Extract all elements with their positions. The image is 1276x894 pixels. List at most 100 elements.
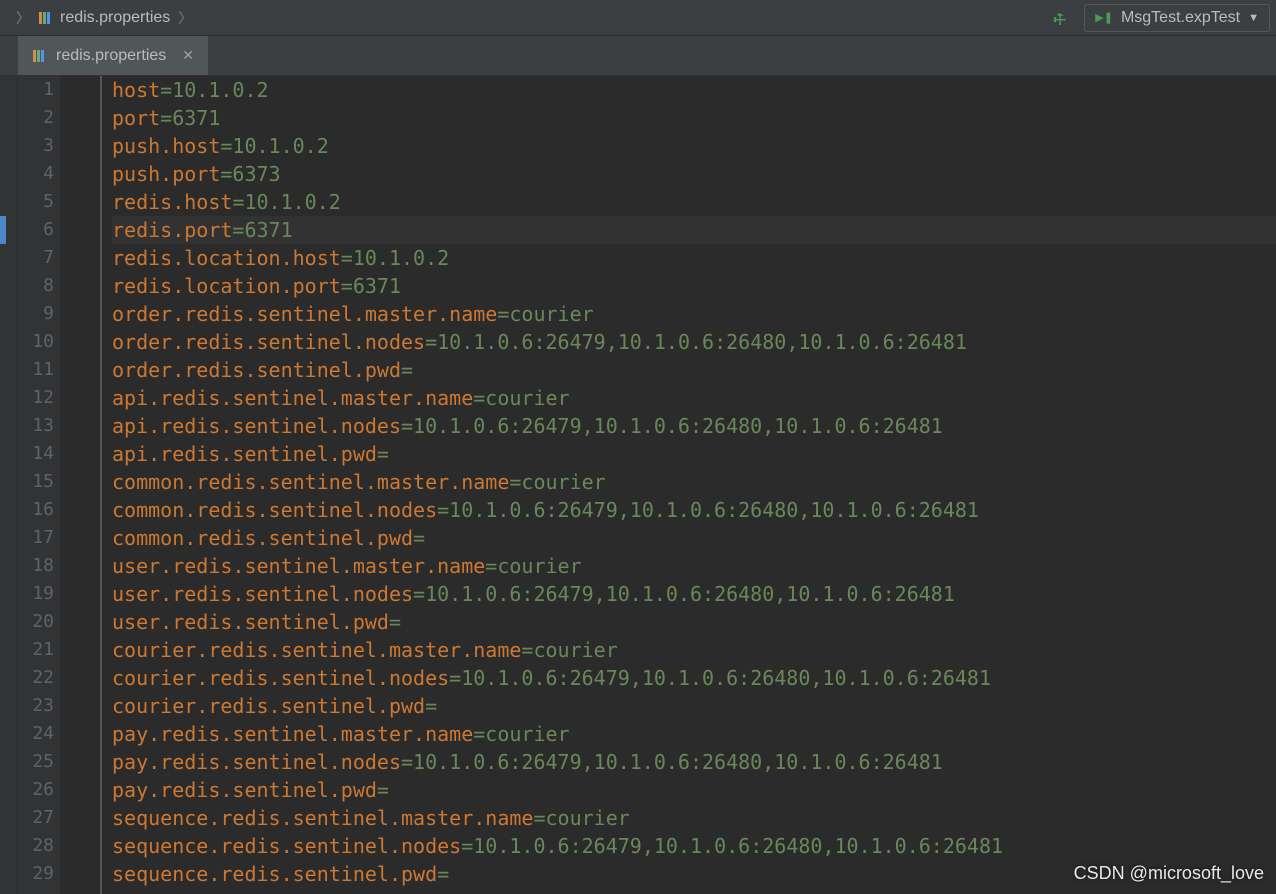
code-line[interactable]: user.redis.sentinel.pwd= bbox=[112, 608, 1276, 636]
code-line[interactable]: order.redis.sentinel.pwd= bbox=[112, 356, 1276, 384]
property-key: order.redis.sentinel.pwd bbox=[112, 358, 401, 382]
code-line[interactable]: order.redis.sentinel.nodes=10.1.0.6:2647… bbox=[112, 328, 1276, 356]
code-line[interactable]: common.redis.sentinel.nodes=10.1.0.6:264… bbox=[112, 496, 1276, 524]
code-line[interactable]: api.redis.sentinel.master.name=courier bbox=[112, 384, 1276, 412]
code-line[interactable]: courier.redis.sentinel.nodes=10.1.0.6:26… bbox=[112, 664, 1276, 692]
line-number[interactable]: 14 bbox=[18, 440, 54, 468]
line-number[interactable]: 23 bbox=[18, 692, 54, 720]
code-line[interactable]: api.redis.sentinel.nodes=10.1.0.6:26479,… bbox=[112, 412, 1276, 440]
line-number[interactable]: 16 bbox=[18, 496, 54, 524]
line-number[interactable]: 20 bbox=[18, 608, 54, 636]
navigation-bar: 〉 redis.properties 〉 ⚒ ▶❚ MsgTest.expTes… bbox=[0, 0, 1276, 36]
code-line[interactable]: order.redis.sentinel.master.name=courier bbox=[112, 300, 1276, 328]
property-key: api.redis.sentinel.pwd bbox=[112, 442, 377, 466]
code-line[interactable]: push.host=10.1.0.2 bbox=[112, 132, 1276, 160]
property-value: courier bbox=[545, 806, 629, 830]
line-number[interactable]: 21 bbox=[18, 636, 54, 664]
code-line[interactable]: courier.redis.sentinel.master.name=couri… bbox=[112, 636, 1276, 664]
equals-sign: = bbox=[533, 806, 545, 830]
line-number[interactable]: 25 bbox=[18, 748, 54, 776]
code-line[interactable]: common.redis.sentinel.master.name=courie… bbox=[112, 468, 1276, 496]
code-line[interactable]: redis.host=10.1.0.2 bbox=[112, 188, 1276, 216]
line-number[interactable]: 26 bbox=[18, 776, 54, 804]
line-number[interactable]: 13 bbox=[18, 412, 54, 440]
code-area[interactable]: host=10.1.0.2port=6371push.host=10.1.0.2… bbox=[102, 76, 1276, 894]
property-key: courier.redis.sentinel.nodes bbox=[112, 666, 449, 690]
line-number-gutter[interactable]: 1234567891011121314151617181920212223242… bbox=[18, 76, 60, 894]
property-value: courier bbox=[485, 386, 569, 410]
line-number[interactable]: 11 bbox=[18, 356, 54, 384]
code-line[interactable]: user.redis.sentinel.nodes=10.1.0.6:26479… bbox=[112, 580, 1276, 608]
line-number[interactable]: 5 bbox=[18, 188, 54, 216]
line-number[interactable]: 29 bbox=[18, 860, 54, 888]
code-line[interactable]: redis.location.host=10.1.0.2 bbox=[112, 244, 1276, 272]
code-line[interactable]: push.port=6373 bbox=[112, 160, 1276, 188]
hammer-build-icon[interactable]: ⚒ bbox=[1045, 5, 1070, 30]
code-line[interactable]: sequence.redis.sentinel.nodes=10.1.0.6:2… bbox=[112, 832, 1276, 860]
property-key: sequence.redis.sentinel.pwd bbox=[112, 862, 437, 886]
property-value: 10.1.0.6:26479,10.1.0.6:26480,10.1.0.6:2… bbox=[449, 498, 979, 522]
line-number[interactable]: 6 bbox=[18, 216, 54, 244]
properties-file-icon bbox=[32, 48, 48, 64]
code-line[interactable]: redis.location.port=6371 bbox=[112, 272, 1276, 300]
equals-sign: = bbox=[473, 722, 485, 746]
line-number[interactable]: 19 bbox=[18, 580, 54, 608]
line-number[interactable]: 2 bbox=[18, 104, 54, 132]
line-number[interactable]: 10 bbox=[18, 328, 54, 356]
equals-sign: = bbox=[461, 834, 473, 858]
line-number[interactable]: 18 bbox=[18, 552, 54, 580]
toolbar-right: ⚒ ▶❚ MsgTest.expTest ▼ bbox=[1052, 4, 1270, 32]
line-number[interactable]: 1 bbox=[18, 76, 54, 104]
line-number[interactable]: 4 bbox=[18, 160, 54, 188]
property-key: redis.location.port bbox=[112, 274, 341, 298]
line-number[interactable]: 15 bbox=[18, 468, 54, 496]
equals-sign: = bbox=[437, 862, 449, 886]
property-key: api.redis.sentinel.nodes bbox=[112, 414, 401, 438]
line-number[interactable]: 22 bbox=[18, 664, 54, 692]
property-value: 10.1.0.6:26479,10.1.0.6:26480,10.1.0.6:2… bbox=[413, 750, 943, 774]
line-number[interactable]: 8 bbox=[18, 272, 54, 300]
code-line[interactable]: pay.redis.sentinel.pwd= bbox=[112, 776, 1276, 804]
code-line[interactable]: pay.redis.sentinel.master.name=courier bbox=[112, 720, 1276, 748]
code-line[interactable]: courier.redis.sentinel.pwd= bbox=[112, 692, 1276, 720]
code-line[interactable]: user.redis.sentinel.master.name=courier bbox=[112, 552, 1276, 580]
equals-sign: = bbox=[449, 666, 461, 690]
line-number[interactable]: 24 bbox=[18, 720, 54, 748]
run-configuration-selector[interactable]: ▶❚ MsgTest.expTest ▼ bbox=[1084, 4, 1270, 32]
code-line[interactable]: common.redis.sentinel.pwd= bbox=[112, 524, 1276, 552]
code-line[interactable]: pay.redis.sentinel.nodes=10.1.0.6:26479,… bbox=[112, 748, 1276, 776]
property-key: common.redis.sentinel.nodes bbox=[112, 498, 437, 522]
line-number[interactable]: 3 bbox=[18, 132, 54, 160]
chevron-down-icon: ▼ bbox=[1248, 12, 1259, 24]
code-line[interactable]: redis.port=6371 bbox=[112, 216, 1276, 244]
code-line[interactable]: port=6371 bbox=[112, 104, 1276, 132]
breadcrumb[interactable]: 〉 redis.properties 〉 bbox=[6, 8, 194, 28]
line-number[interactable]: 28 bbox=[18, 832, 54, 860]
run-debug-icon: ▶❚ bbox=[1095, 11, 1113, 24]
tab-redis-properties[interactable]: redis.properties ✕ bbox=[18, 36, 208, 75]
equals-sign: = bbox=[341, 246, 353, 270]
code-line[interactable]: api.redis.sentinel.pwd= bbox=[112, 440, 1276, 468]
property-value: 6371 bbox=[172, 106, 220, 130]
equals-sign: = bbox=[401, 750, 413, 774]
property-key: redis.host bbox=[112, 190, 232, 214]
chevron-right-icon: 〉 bbox=[178, 8, 192, 28]
property-value: courier bbox=[497, 554, 581, 578]
line-number[interactable]: 12 bbox=[18, 384, 54, 412]
caret-stripe bbox=[0, 216, 6, 244]
property-value: 10.1.0.6:26479,10.1.0.6:26480,10.1.0.6:2… bbox=[413, 414, 943, 438]
code-line[interactable]: host=10.1.0.2 bbox=[112, 76, 1276, 104]
code-line[interactable]: sequence.redis.sentinel.pwd= bbox=[112, 860, 1276, 888]
property-key: api.redis.sentinel.master.name bbox=[112, 386, 473, 410]
line-number[interactable]: 27 bbox=[18, 804, 54, 832]
close-icon[interactable]: ✕ bbox=[182, 47, 194, 64]
property-key: pay.redis.sentinel.pwd bbox=[112, 778, 377, 802]
property-key: order.redis.sentinel.nodes bbox=[112, 330, 425, 354]
breadcrumb-file-name: redis.properties bbox=[60, 9, 170, 27]
property-value: 10.1.0.6:26479,10.1.0.6:26480,10.1.0.6:2… bbox=[425, 582, 955, 606]
code-line[interactable]: sequence.redis.sentinel.master.name=cour… bbox=[112, 804, 1276, 832]
line-number[interactable]: 9 bbox=[18, 300, 54, 328]
equals-sign: = bbox=[425, 694, 437, 718]
line-number[interactable]: 17 bbox=[18, 524, 54, 552]
line-number[interactable]: 7 bbox=[18, 244, 54, 272]
